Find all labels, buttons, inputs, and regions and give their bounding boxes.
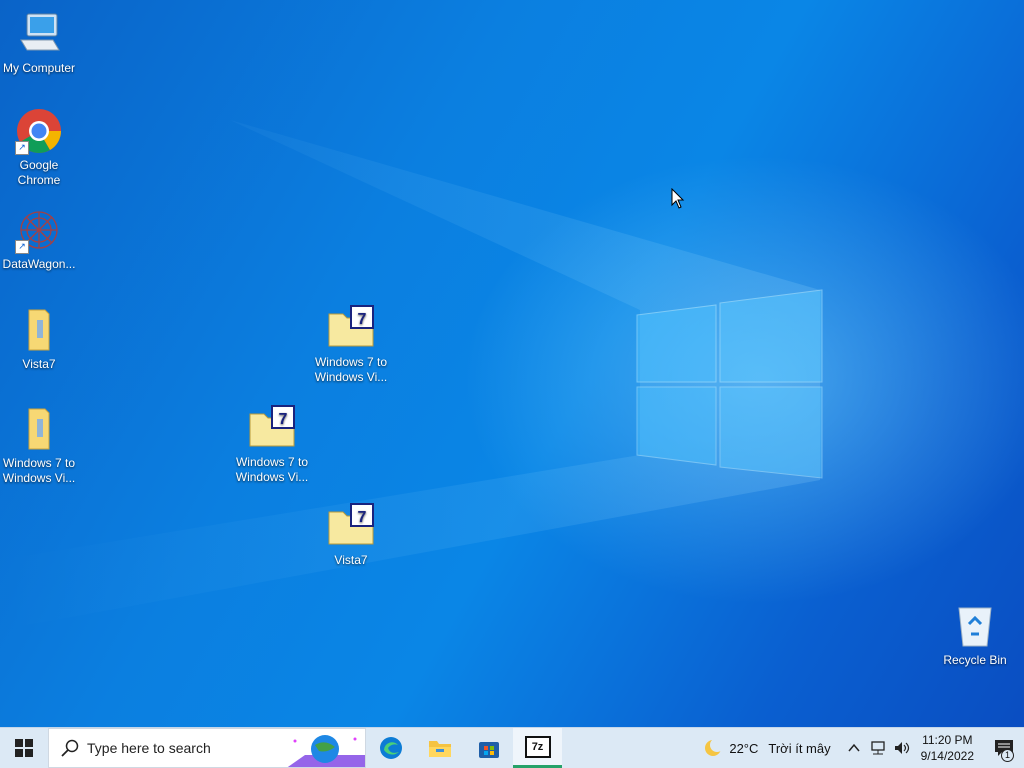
weather-moon-icon[interactable] [703, 738, 724, 758]
desktop-icon-datawagon[interactable]: ↗ DataWagon... [0, 206, 78, 272]
desktop-icon-vista7-folder[interactable]: Vista7 [0, 306, 78, 372]
file-explorer-icon [428, 741, 451, 757]
svg-text:7: 7 [279, 411, 288, 428]
archive-folder-icon: 7 [248, 404, 296, 452]
shortcut-arrow-icon: ↗ [15, 141, 29, 155]
computer-icon [15, 10, 63, 58]
archive-folder-icon: 7 [327, 502, 375, 550]
desktop-icon-recycle-bin[interactable]: Recycle Bin [936, 602, 1014, 668]
desktop-icon-win7-archive-1[interactable]: 7 Windows 7 to Windows Vi... [233, 404, 311, 485]
svg-text:7: 7 [358, 509, 367, 526]
svg-text:7: 7 [358, 311, 367, 328]
desktop-icon-label: Vista7 [334, 553, 368, 567]
chevron-up-icon[interactable] [847, 741, 861, 755]
desktop-icon-label: My Computer [2, 61, 76, 75]
datawagon-icon: ↗ [15, 206, 63, 254]
desktop-icon-label: Google Chrome [17, 158, 61, 187]
store-icon [478, 742, 499, 758]
taskbar-7zip-button[interactable]: 7z [513, 728, 562, 768]
taskbar-store-button[interactable] [464, 728, 513, 768]
recycle-bin-icon [951, 602, 999, 650]
desktop-icon-label: Windows 7 to Windows Vi... [2, 456, 76, 485]
network-icon[interactable] [869, 740, 887, 756]
clock-date: 9/14/2022 [920, 749, 974, 763]
desktop-icon-win7-folder[interactable]: Windows 7 to Windows Vi... [0, 405, 78, 486]
folder-icon [15, 405, 63, 453]
volume-icon[interactable] [893, 740, 911, 756]
notification-center-button[interactable]: 1 [984, 728, 1024, 768]
search-icon [61, 739, 79, 757]
search-highlight-globe-icon [287, 735, 365, 767]
wallpaper-light-beams [0, 120, 823, 630]
windows-logo [636, 289, 823, 479]
search-box[interactable]: Type here to search [48, 728, 366, 768]
chrome-icon: ↗ [15, 107, 63, 155]
clock[interactable]: 11:20 PM 9/14/2022 [921, 732, 974, 764]
desktop-icon-label: DataWagon... [2, 257, 76, 271]
desktop-icon-google-chrome[interactable]: ↗ Google Chrome [0, 107, 78, 188]
archive-folder-icon: 7 [327, 304, 375, 352]
shortcut-arrow-icon: ↗ [15, 240, 29, 254]
clock-time: 11:20 PM [922, 733, 973, 747]
system-tray: 22°C Trời ít mây 11:20 PM 9/14/2022 1 [703, 728, 1024, 768]
start-button[interactable] [0, 728, 48, 768]
desktop-icon-label: Vista7 [22, 357, 56, 371]
taskbar-file-explorer-button[interactable] [415, 728, 464, 768]
windows-start-icon [15, 739, 33, 757]
7zip-icon: 7z [524, 735, 551, 758]
taskbar: Type here to search 7z 22°C Trời ít mây … [0, 727, 1024, 768]
desktop-icon-vista7-archive[interactable]: 7 Vista7 [312, 502, 390, 568]
edge-icon [379, 737, 402, 759]
weather-temperature[interactable]: 22°C [729, 741, 758, 756]
weather-condition[interactable]: Trời ít mây [768, 741, 830, 756]
desktop-icon-win7-archive-2[interactable]: 7 Windows 7 to Windows Vi... [312, 304, 390, 385]
desktop-icon-label: Windows 7 to Windows Vi... [235, 455, 309, 484]
folder-icon [15, 306, 63, 354]
desktop-icon-label: Windows 7 to Windows Vi... [314, 355, 388, 384]
desktop-icon-label: Recycle Bin [943, 653, 1007, 667]
taskbar-edge-button[interactable] [366, 728, 415, 768]
notification-count-badge: 1 [1001, 749, 1014, 762]
desktop-icon-my-computer[interactable]: My Computer [0, 10, 78, 76]
search-placeholder: Type here to search [87, 740, 211, 756]
mouse-cursor-icon [671, 188, 685, 209]
